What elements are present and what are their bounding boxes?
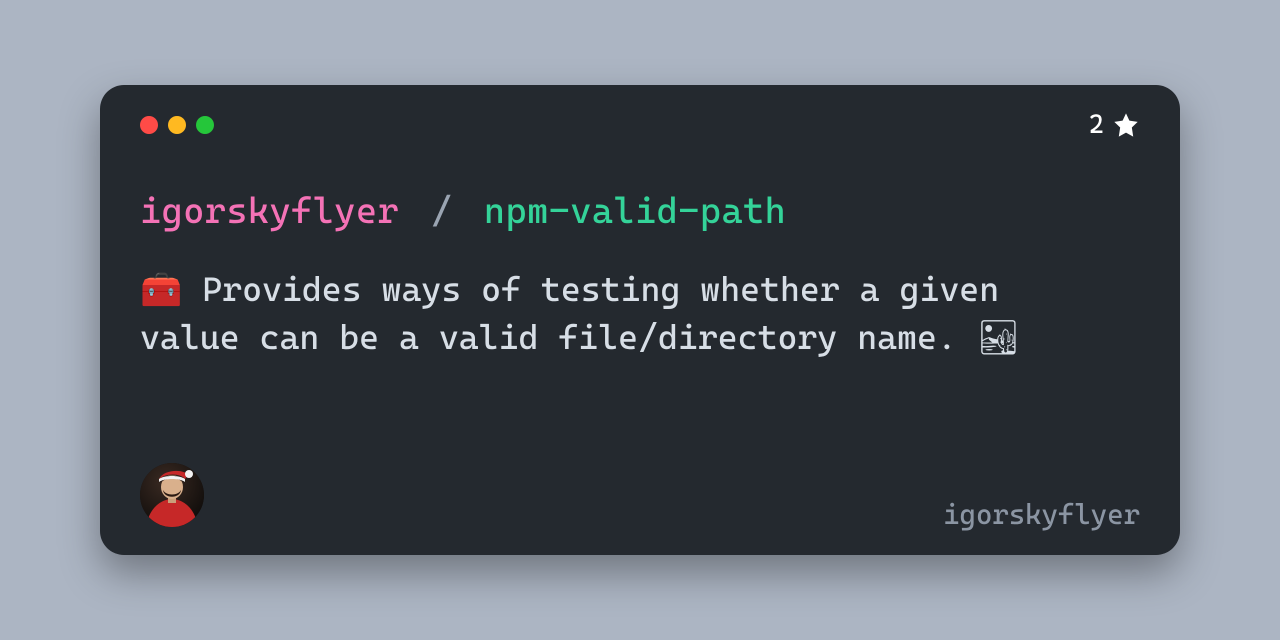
repo-path: igorskyflyer / npm-valid-path (140, 191, 1140, 232)
minimize-icon[interactable] (168, 116, 186, 134)
star-count-value: 2 (1089, 110, 1104, 140)
repo-owner[interactable]: igorskyflyer (140, 191, 399, 232)
titlebar: 2 (140, 113, 1140, 137)
star-count: 2 (1089, 110, 1140, 140)
avatar[interactable] (140, 463, 204, 527)
window-controls (140, 116, 214, 134)
repo-name[interactable]: npm-valid-path (484, 191, 786, 232)
repo-card: 2 igorskyflyer / npm-valid-path 🧰 Provid… (100, 85, 1180, 555)
footer-username[interactable]: igorskyflyer (943, 498, 1140, 531)
repo-description: 🧰 Provides ways of testing whether a giv… (140, 266, 1100, 361)
star-icon (1112, 111, 1140, 139)
path-separator: / (431, 191, 453, 232)
close-icon[interactable] (140, 116, 158, 134)
maximize-icon[interactable] (196, 116, 214, 134)
